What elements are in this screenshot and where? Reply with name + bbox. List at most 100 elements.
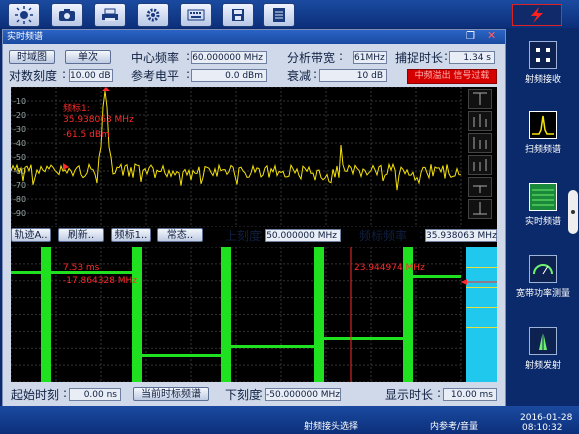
restore-icon[interactable]: ❐ — [466, 30, 475, 44]
y-tick-label: -50 — [13, 153, 26, 162]
span-value[interactable]: 61MHz — [353, 51, 387, 64]
capture-value[interactable]: 1.34 s — [449, 51, 495, 64]
center-freq-label: 中心频率 — [131, 51, 180, 65]
top-toolbar — [0, 0, 579, 28]
printer-icon — [102, 8, 118, 21]
save-button[interactable] — [222, 3, 254, 27]
signal-segment — [231, 345, 314, 348]
peak-multi-button[interactable] — [468, 111, 492, 131]
marker-select-button[interactable]: 频标1.. — [111, 228, 151, 242]
burst-column — [221, 247, 231, 382]
sidebar-item-rf-transmit[interactable]: 射频发射 — [512, 327, 574, 371]
status-time: 08:10:32 — [522, 423, 563, 433]
ref-level-value[interactable]: 0.0 dBm — [191, 69, 267, 82]
keyboard-button[interactable] — [180, 3, 212, 27]
band-line — [466, 327, 497, 328]
gauge-icon — [529, 255, 557, 283]
atten-value[interactable]: 10 dB — [319, 69, 387, 82]
signal-segment — [324, 337, 403, 340]
grid-icon — [529, 41, 557, 69]
ref-volume[interactable]: 内参考/音量 — [430, 419, 478, 432]
log-scale-label: 对数刻度 — [9, 69, 58, 83]
sidebar-item-wideband-power[interactable]: 宽带功率测量 — [512, 255, 574, 299]
y-tick-label: -80 — [13, 195, 26, 204]
document-button[interactable] — [263, 3, 295, 27]
brightness-button[interactable] — [8, 3, 40, 27]
sidebar-label: 实时频谱 — [524, 217, 561, 227]
status-bar: 射频接头选择 内参考/音量 2016-01-28 08:10:32 — [0, 406, 579, 434]
ref-level-label: 参考电平 — [131, 69, 180, 83]
marker-freq-value[interactable]: 35.938063 MHz — [425, 229, 497, 242]
band-line — [466, 307, 497, 308]
sidebar-label: 射频发射 — [524, 361, 561, 371]
current-marker-spectrum-button[interactable]: 当前时标频谱 — [133, 387, 209, 401]
antenna-icon — [529, 327, 557, 355]
marker-arrow-icon — [63, 163, 69, 170]
brightness-icon — [15, 6, 33, 24]
peak-top-icon — [473, 92, 487, 105]
peak-top-button[interactable] — [468, 89, 492, 109]
trace-button[interactable]: 轨迹A.. — [11, 228, 51, 242]
cursor2-freq: 23.944974 MHz — [354, 263, 425, 273]
save-icon — [232, 9, 244, 21]
connector-select[interactable]: 射频接头选择 — [304, 419, 358, 432]
settings-button[interactable] — [137, 3, 169, 27]
sidebar-item-rf-receive[interactable]: 射频接收 — [512, 41, 574, 85]
burst-column — [314, 247, 324, 382]
upper-scale-value[interactable]: 50.000000 MHz — [265, 229, 341, 242]
signal-segment — [413, 275, 461, 278]
close-icon[interactable]: ✕ — [487, 29, 496, 43]
printer-button[interactable] — [94, 3, 126, 27]
y-tick-label: -40 — [13, 139, 26, 148]
peak-bottom-icon — [473, 202, 487, 215]
span-label: 分析带宽 — [287, 51, 336, 65]
y-tick-label: -30 — [13, 125, 26, 134]
sidebar-item-swept-spectrum[interactable]: 扫频频谱 — [512, 111, 574, 155]
burst-column — [41, 247, 51, 382]
peak-left-button[interactable] — [468, 133, 492, 153]
peak-bottom-button[interactable] — [468, 199, 492, 219]
signal-segment — [11, 271, 41, 274]
overload-warning — [512, 4, 562, 26]
peak-right-button[interactable] — [468, 155, 492, 175]
marker-freq: 35.938063 MHz — [63, 115, 134, 125]
document-icon — [273, 8, 285, 22]
overload-status-badge: 中频溢出 信号过载 — [407, 69, 497, 84]
start-time-value[interactable]: 0.00 ns — [69, 388, 121, 401]
marker-level: -61.5 dBm — [63, 130, 110, 140]
sidebar-label: 射频接收 — [524, 75, 561, 85]
upper-scale-label: 上刻度 — [225, 229, 262, 243]
camera-icon — [59, 9, 75, 21]
peak-multi-icon — [473, 114, 487, 127]
camera-button[interactable] — [51, 3, 83, 27]
cursor-arrow-icon — [461, 279, 467, 285]
panel-title: 实时频谱 — [7, 32, 44, 42]
spectrum-peak-icon — [529, 111, 557, 139]
peak-right-icon — [473, 159, 487, 171]
side-scroll-handle[interactable] — [568, 190, 578, 234]
lightning-icon — [531, 7, 543, 23]
burst-column — [132, 247, 142, 382]
realtime-spectrum-panel: 实时频谱 ❐ ✕ 时域图 单次 中心频率 : 60.000000 MHz 分析带… — [2, 29, 506, 407]
y-tick-label: -10 — [13, 97, 26, 106]
cursor1-time: 7.53 ms — [63, 263, 100, 273]
time-domain-plot[interactable]: 7.53 ms -17.864328 MHz 23.944974 MHz — [11, 247, 497, 382]
lower-scale-value[interactable]: -50.000000 MHz — [265, 388, 341, 401]
single-button[interactable]: 单次 — [65, 50, 111, 64]
y-tick-label: -90 — [13, 209, 26, 218]
lower-scale-label: 下刻度 — [225, 388, 262, 402]
atten-label: 衰减 — [287, 69, 312, 83]
log-scale-value[interactable]: 10.00 dB — [69, 69, 113, 82]
peak-down-button[interactable] — [468, 177, 492, 197]
marker1-flag-icon — [102, 87, 110, 91]
peak-down-icon — [473, 185, 487, 193]
sidebar-label: 扫频频谱 — [524, 145, 561, 155]
refresh-button[interactable]: 刷新.. — [58, 228, 104, 242]
mode-button[interactable]: 时域图 — [9, 50, 55, 64]
sidebar-item-realtime-spectrum[interactable]: 实时频谱 — [512, 183, 574, 227]
normal-button[interactable]: 常态.. — [157, 228, 203, 242]
center-freq-value[interactable]: 60.000000 MHz — [191, 51, 267, 64]
band-line — [466, 267, 497, 268]
sidebar-label: 宽带功率测量 — [515, 289, 570, 299]
display-time-value[interactable]: 10.00 ms — [443, 388, 497, 401]
